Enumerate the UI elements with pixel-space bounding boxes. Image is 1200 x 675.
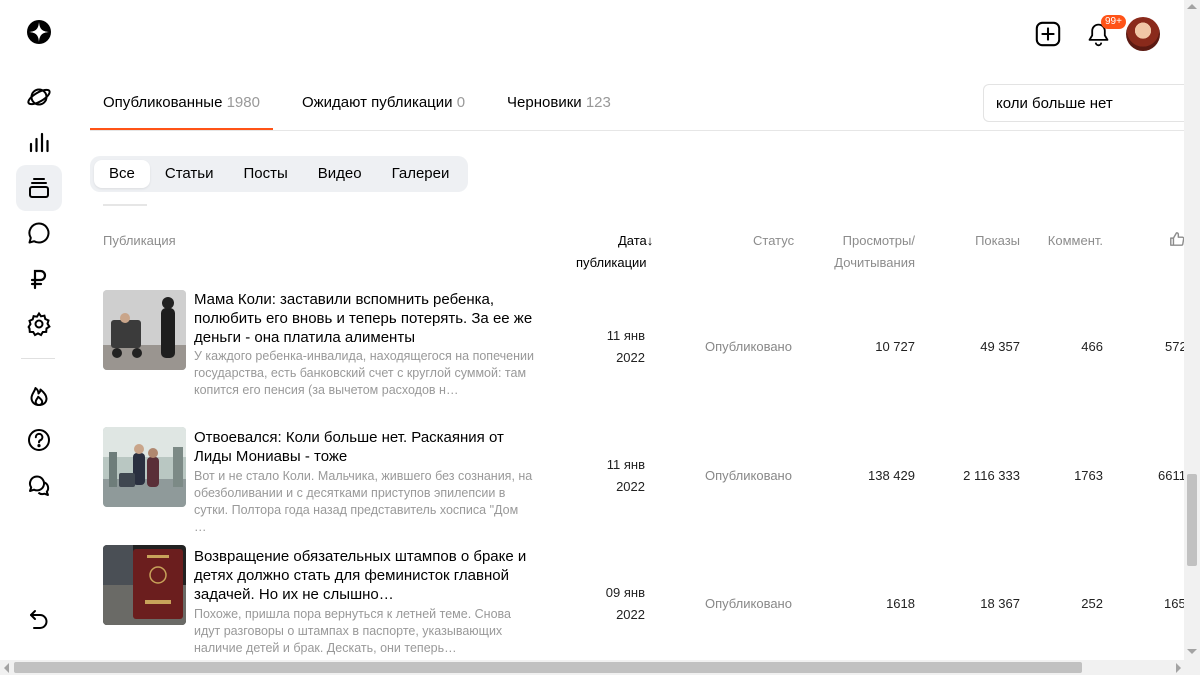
row-description: Похоже, пришла пора вернуться к летней т… (194, 607, 511, 655)
sidebar (0, 0, 78, 675)
col-impressions: Показы (975, 233, 1020, 248)
type-filter: Все Статьи Посты Видео Галереи (90, 156, 469, 192)
row-date-day: 09 янв (605, 585, 645, 600)
horizontal-scroll-thumb[interactable] (14, 662, 1082, 673)
row-impressions: 18 367 (980, 596, 1020, 611)
publication-tabs: Опубликованные 1980 Ожидают публикации 0… (90, 80, 640, 131)
row-status: Опубликовано (705, 468, 792, 483)
tab-count: 1980 (226, 94, 260, 111)
filter-video[interactable]: Видео (303, 160, 377, 188)
row-date-day: 11 янв (606, 457, 645, 472)
col-reads: Дочитывания (834, 255, 915, 270)
notifications-badge: 99+ (1101, 15, 1126, 29)
tab-drafts[interactable]: Черновики 123 (494, 80, 624, 131)
row-comments: 466 (1081, 339, 1103, 354)
row-status: Опубликовано (705, 339, 792, 354)
back-icon[interactable] (16, 597, 62, 643)
col-comments: Коммент. (1047, 233, 1103, 248)
search-input[interactable] (983, 84, 1200, 122)
col-status: Статус (753, 233, 795, 248)
row-thumbnail[interactable] (103, 290, 186, 370)
avatar[interactable] (1126, 17, 1160, 51)
scroll-right-icon[interactable] (1176, 663, 1181, 673)
row-status: Опубликовано (705, 596, 792, 611)
row-comments: 252 (1081, 596, 1103, 611)
filter-articles[interactable]: Статьи (150, 160, 229, 188)
row-date-day: 11 янв (606, 328, 645, 343)
row-impressions: 2 116 333 (963, 468, 1020, 483)
col-date-label: Дата (618, 233, 647, 248)
row-title[interactable]: Возвращение обязательных штампов о браке… (194, 547, 534, 604)
row-title[interactable]: Отвоевался: Коли больше нет. Раскаяния о… (194, 428, 534, 466)
logo-icon[interactable] (16, 9, 62, 55)
filter-galleries[interactable]: Галереи (377, 160, 465, 188)
scroll-down-icon[interactable] (1187, 649, 1197, 654)
sidebar-divider (21, 358, 55, 359)
tab-label: Ожидают публикации (301, 94, 453, 111)
scrolled-remnant (103, 204, 147, 206)
fire-icon[interactable] (16, 372, 62, 418)
sort-arrow-icon: ↓ (646, 233, 654, 248)
row-views: 10 727 (875, 339, 915, 354)
settings-icon[interactable] (16, 301, 62, 347)
chat-icon[interactable] (16, 462, 62, 508)
row-thumbnail[interactable] (103, 545, 186, 625)
tab-label: Черновики (507, 94, 582, 111)
row-thumbnail[interactable] (103, 427, 186, 507)
tab-count: 123 (585, 94, 611, 111)
row-date-year: 2022 (616, 479, 645, 494)
tab-scheduled[interactable]: Ожидают публикации 0 (289, 80, 478, 131)
stats-icon[interactable] (16, 119, 62, 165)
col-date-sub: публикации (576, 255, 647, 270)
scroll-up-icon[interactable] (1187, 4, 1197, 9)
row-impressions: 49 357 (980, 339, 1020, 354)
col-date[interactable]: Дата↓ (618, 230, 653, 252)
comments-icon[interactable] (16, 210, 62, 256)
row-date-year: 2022 (616, 607, 645, 622)
scroll-left-icon[interactable] (4, 663, 9, 673)
row-description: Вот и не стало Коли. Мальчика, жившего б… (194, 469, 533, 534)
row-description: У каждого ребенка-инвалида, находящегося… (194, 349, 534, 397)
publications-icon[interactable] (16, 165, 62, 211)
planet-icon[interactable] (16, 74, 62, 120)
tabs-divider (90, 130, 1200, 131)
like-icon (1169, 231, 1185, 252)
filter-all[interactable]: Все (94, 160, 150, 188)
col-views: Просмотры/ (842, 233, 915, 248)
row-comments: 1763 (1074, 468, 1103, 483)
create-button[interactable] (1031, 17, 1065, 51)
vertical-scroll-thumb[interactable] (1187, 474, 1197, 566)
row-likes: 165 (1164, 596, 1186, 611)
row-title[interactable]: Мама Коли: заставили вспомнить ребенка, … (194, 290, 534, 347)
col-publication: Публикация (103, 233, 176, 248)
row-date-year: 2022 (616, 350, 645, 365)
row-views: 1618 (886, 596, 915, 611)
row-likes: 6611 (1158, 468, 1186, 483)
tab-count: 0 (456, 94, 466, 111)
ruble-icon[interactable] (16, 256, 62, 302)
tab-published[interactable]: Опубликованные 1980 (90, 80, 273, 131)
help-icon[interactable] (16, 417, 62, 463)
tab-label: Опубликованные (103, 94, 223, 111)
row-views: 138 429 (868, 468, 915, 483)
filter-posts[interactable]: Посты (228, 160, 302, 188)
